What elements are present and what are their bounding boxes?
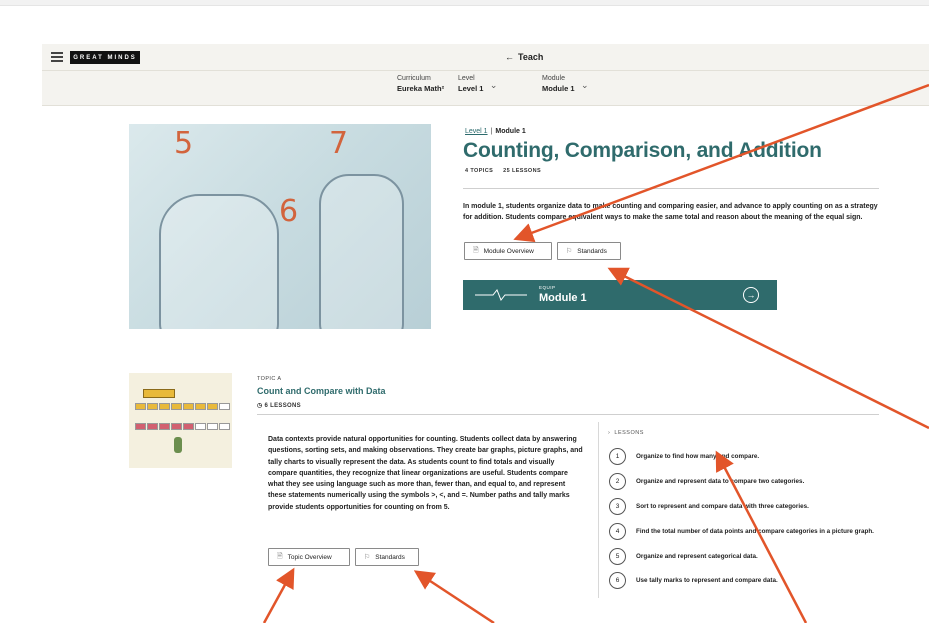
module-title: Counting, Comparison, and Addition <box>463 139 822 162</box>
module-overview-label: Module Overview <box>483 247 534 255</box>
lesson-number: 3 <box>609 498 626 515</box>
school-bus-icon <box>143 389 175 398</box>
curriculum-value: Eureka Math² <box>397 84 445 93</box>
level-label: Level <box>458 75 475 82</box>
lesson-title: Organize and represent categorical data. <box>636 553 758 560</box>
left-hand-illustration <box>159 194 279 329</box>
lesson-item[interactable]: 4 Find the total number of data points a… <box>609 523 879 540</box>
module-divider <box>463 188 879 189</box>
student-icon <box>174 437 182 453</box>
right-hand-illustration <box>319 174 404 329</box>
document-icon: 🗎 <box>277 552 283 560</box>
module-selector[interactable]: Module Module 1 ⌄ <box>542 74 589 94</box>
flag-icon: ⚐ <box>364 554 371 561</box>
curriculum-selector[interactable]: Curriculum Eureka Math² <box>397 74 444 94</box>
module-hero-image: 5 7 6 <box>129 124 431 329</box>
menu-icon[interactable] <box>51 52 63 62</box>
document-icon: 🗎 <box>473 246 479 254</box>
annotation-arrow-topic-standards <box>413 570 495 623</box>
topic-description: Data contexts provide natural opportunit… <box>268 436 583 511</box>
topic-kicker: TOPIC A <box>257 376 282 382</box>
topic-lessons-count: ◷ 6 LESSONS <box>257 402 301 409</box>
number-seven: 7 <box>329 126 349 161</box>
topic-illustration <box>129 373 232 468</box>
module-standards-button[interactable]: ⚐ Standards <box>557 242 621 260</box>
great-minds-logo[interactable]: GREAT MINDS <box>70 51 140 64</box>
lesson-number: 4 <box>609 523 626 540</box>
equip-label: EQUIP <box>539 285 556 290</box>
chevron-down-icon: ⌄ <box>580 80 589 90</box>
breadcrumb: Level 1 | Module 1 <box>465 128 526 135</box>
topic-standards-label: Standards <box>375 553 405 561</box>
lesson-item[interactable]: 3 Sort to represent and compare data wit… <box>609 498 879 515</box>
module-overview-button[interactable]: 🗎 Module Overview <box>464 242 552 260</box>
teach-label: Teach <box>518 52 544 62</box>
topic-standards-button[interactable]: ⚐ Standards <box>355 548 419 566</box>
level-value: Level 1 <box>458 84 484 93</box>
clock-icon: ◷ <box>257 403 265 409</box>
topic-overview-label: Topic Overview <box>287 553 332 561</box>
topic-lessons-label: 6 LESSONS <box>264 403 301 409</box>
lesson-title: Sort to represent and compare data with … <box>636 503 809 510</box>
lesson-item[interactable]: 6 Use tally marks to represent and compa… <box>609 572 879 589</box>
topics-count: 4 TOPICS <box>465 168 494 174</box>
curriculum-label: Curriculum <box>397 75 431 82</box>
back-arrow-icon: ← <box>505 52 514 62</box>
module-standards-label: Standards <box>577 247 607 255</box>
lessons-header-label: LESSONS <box>614 430 644 436</box>
window-top-bar <box>0 0 929 6</box>
module-meta: 4 TOPICS 25 LESSONS <box>465 168 549 174</box>
breadcrumb-current: Module 1 <box>495 128 526 135</box>
chevron-down-icon: ⌄ <box>489 80 498 90</box>
flag-icon: ⚐ <box>566 248 573 255</box>
lesson-number: 1 <box>609 448 626 465</box>
lesson-item[interactable]: 5 Organize and represent categorical dat… <box>609 548 879 565</box>
teach-link[interactable]: ← Teach <box>505 52 543 62</box>
number-five: 5 <box>174 126 194 161</box>
equip-module-banner[interactable]: EQUIP Module 1 → <box>463 280 777 310</box>
arrow-right-circle-icon[interactable]: → <box>743 287 759 303</box>
module-value: Module 1 <box>542 84 575 93</box>
tally-row-yellow <box>135 403 230 410</box>
header-divider <box>42 70 929 71</box>
breadcrumb-level-link[interactable]: Level 1 <box>465 128 488 135</box>
pulse-icon <box>475 289 527 301</box>
module-description: In module 1, students organize data to m… <box>463 203 878 221</box>
tally-row-red <box>135 423 230 430</box>
topic-divider <box>257 414 879 415</box>
lesson-title: Organize to find how many and compare. <box>636 453 760 460</box>
lesson-item[interactable]: 2 Organize and represent data to compare… <box>609 473 879 490</box>
topic-title[interactable]: Count and Compare with Data <box>257 386 386 396</box>
lessons-header[interactable]: › LESSONS <box>608 430 644 436</box>
lessons-count: 25 LESSONS <box>503 168 542 174</box>
lesson-title: Find the total number of data points and… <box>636 528 874 535</box>
topic-overview-button[interactable]: 🗎 Topic Overview <box>268 548 350 566</box>
breadcrumb-separator: | <box>490 128 493 135</box>
lesson-number: 2 <box>609 473 626 490</box>
lesson-number: 5 <box>609 548 626 565</box>
lesson-item[interactable]: 1 Organize to find how many and compare. <box>609 448 879 465</box>
annotation-arrow-topic-overview <box>262 567 295 623</box>
number-six: 6 <box>279 194 299 229</box>
lesson-number: 6 <box>609 572 626 589</box>
equip-module-name: Module 1 <box>539 292 587 304</box>
app-header: GREAT MINDS ← Teach Curriculum Eureka Mat… <box>42 44 929 106</box>
module-label: Module <box>542 75 565 82</box>
lesson-title: Use tally marks to represent and compare… <box>636 577 778 584</box>
level-selector[interactable]: Level Level 1 ⌄ <box>458 74 497 94</box>
lesson-title: Organize and represent data to compare t… <box>636 478 805 485</box>
lessons-panel: › LESSONS 1 Organize to find how many an… <box>598 422 883 598</box>
